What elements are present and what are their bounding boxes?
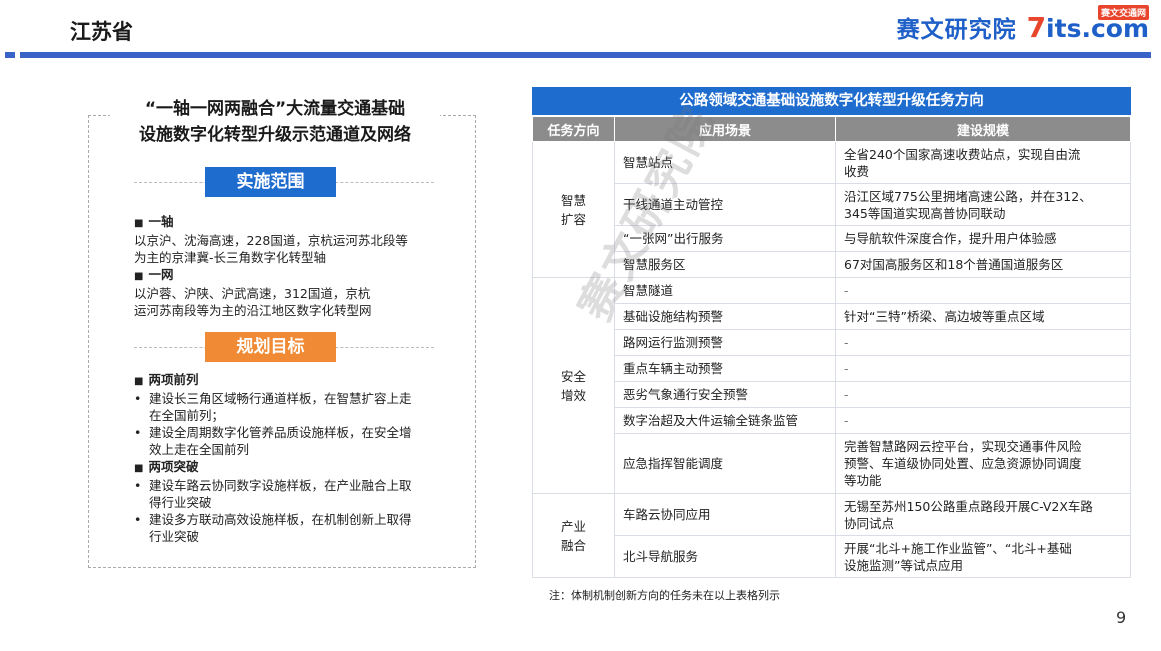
goal-heading: ■ 两项突破 [134,459,199,474]
scale-cell: - [835,329,1131,356]
table-row: 智慧 扩容 智慧站点 全省240个国家高速收费站点，实现自由流 收费 [532,141,1131,278]
brand-badge: 赛文交通网 [1097,5,1149,20]
brand-logo-seven: 7 [1026,11,1047,44]
column-header: 应用场景 [614,116,836,142]
header-divider-accent [5,52,15,58]
scene-cell: 北斗导航服务 [614,535,836,578]
table-title: 公路领域交通基础设施数字化转型升级任务方向 [532,87,1131,115]
column-header: 任务方向 [532,116,615,142]
scale-cell: 全省240个国家高速收费站点，实现自由流 收费 [835,141,1131,184]
scene-cell: 基础设施结构预警 [614,303,836,330]
scale-cell: - [835,355,1131,382]
table-row: 应急指挥智能调度 完善智慧路网云控平台，实现交通事件风险 预警、车道级协同处置、应… [533,433,1131,494]
table-row: 恶劣气象通行安全预警 - [533,381,1131,408]
scale-cell: - [835,381,1131,408]
scene-cell: 恶劣气象通行安全预警 [614,381,836,408]
list-item: 建设车路云协同数字设施样板，在产业融合上取得行业突破 [134,477,412,511]
left-panel-title: “一轴一网两融合”大流量交通基础 设施数字化转型升级示范通道及网络 [110,96,440,148]
page-title: 江苏省 [70,20,133,44]
scene-cell: “一张网”出行服务 [614,225,836,252]
scene-cell: 智慧服务区 [614,251,836,278]
column-header: 建设规模 [835,116,1131,142]
scale-cell: 67对国高服务区和18个普通国道服务区 [835,251,1131,278]
scale-cell: 针对“三特”桥梁、高边坡等重点区域 [835,303,1131,330]
table-row: 基础设施结构预警 针对“三特”桥梁、高边坡等重点区域 [533,303,1131,330]
square-bullet-icon: ■ [134,463,144,474]
square-bullet-icon: ■ [134,218,144,229]
scope-heading: ■ 一轴 [134,214,174,229]
table-row: 数字治超及大件运输全链条监管 - [533,407,1131,434]
scale-cell: 开展“北斗+施工作业监管”、“北斗+基础 设施监测”等试点应用 [835,535,1131,578]
list-item: 建设全周期数字化管养品质设施样板，在安全增效上走在全国前列 [134,424,412,458]
category-cell: 安全 增效 [532,277,615,494]
list-item: 建设多方联动高效设施样板，在机制创新上取得行业突破 [134,511,412,545]
table-row: 重点车辆主动预警 - [533,355,1131,382]
scope-text: 运河苏南段等为主的沿江地区数字化转型网 [134,303,372,318]
list-item: 建设长三角区域畅行通道样板，在智慧扩容上走在全国前列； [134,390,412,424]
scope-list: ■ 一轴 以京沪、沈海高速，228国道，京杭运河苏北段等 为主的京津冀-长三角数字… [134,213,408,319]
table-row: 北斗导航服务 开展“北斗+施工作业监管”、“北斗+基础 设施监测”等试点应用 [533,535,1131,578]
square-bullet-icon: ■ [134,271,144,282]
left-title-line: “一轴一网两融合”大流量交通基础 [144,99,406,119]
scope-text: 以京沪、沈海高速，228国道，京杭运河苏北段等 [134,233,408,248]
brand-logo: 7its.com 赛文交通网 [1026,5,1149,44]
goal-pill: 规划目标 [205,332,336,362]
scene-cell: 车路云协同应用 [614,493,836,536]
scale-cell: - [835,407,1131,434]
scene-cell: 数字治超及大件运输全链条监管 [614,407,836,434]
table-row: “一张网”出行服务 与导航软件深度合作，提升用户体验感 [533,225,1131,252]
scene-cell: 智慧站点 [614,141,836,184]
category-cell: 智慧 扩容 [532,141,615,278]
left-title-line: 设施数字化转型升级示范通道及网络 [139,125,411,145]
table-note: 注：体制机制创新方向的任务未在以上表格列示 [549,589,780,602]
table-row: 安全 增效 智慧隧道 - [532,277,1131,494]
scope-text: 为主的京津冀-长三角数字化转型轴 [134,250,327,265]
page-number: 9 [1116,608,1127,627]
table-row: 产业 融合 车路云协同应用 无锡至苏州150公路重点路段开展C-V2X车路 协同试点 [532,493,1131,578]
scope-heading: ■ 一网 [134,267,174,282]
task-table: 任务方向 应用场景 建设规模 智慧 扩容 智慧站点 全省240个国家高速收费站点，… [532,116,1131,578]
scale-cell: 无锡至苏州150公路重点路段开展C-V2X车路 协同试点 [835,493,1131,536]
brand-name: 赛文研究院 [896,17,1017,43]
scale-cell: - [835,277,1131,304]
header-divider [20,52,1151,58]
scene-cell: 重点车辆主动预警 [614,355,836,382]
table-row: 智慧服务区 67对国高服务区和18个普通国道服务区 [533,251,1131,278]
category-cell: 产业 融合 [532,493,615,578]
table-row: 干线通道主动管控 沿江区域775公里拥堵高速公路，并在312、 345等国道实现高… [533,183,1131,226]
square-bullet-icon: ■ [134,376,144,387]
scale-cell: 与导航软件深度合作，提升用户体验感 [835,225,1131,252]
table-row: 路网运行监测预警 - [533,329,1131,356]
scope-pill: 实施范围 [205,167,336,197]
scene-cell: 路网运行监测预警 [614,329,836,356]
goal-list: ■两项前列 建设长三角区域畅行通道样板，在智慧扩容上走在全国前列； 建设全周期数… [134,371,412,545]
table-header-row: 任务方向 应用场景 建设规模 [532,116,1131,142]
scope-text: 以沪蓉、沪陕、沪武高速，312国道，京杭 [134,286,371,301]
scene-cell: 智慧隧道 [614,277,836,304]
scene-cell: 应急指挥智能调度 [614,433,836,494]
goal-heading: ■ 两项前列 [134,372,199,387]
scene-cell: 干线通道主动管控 [614,183,836,226]
scale-cell: 沿江区域775公里拥堵高速公路，并在312、 345等国道实现高普协同联动 [835,183,1131,226]
scale-cell: 完善智慧路网云控平台，实现交通事件风险 预警、车道级协同处置、应急资源协同调度 等功… [835,433,1131,494]
brand: 赛文研究院 7its.com 赛文交通网 [896,5,1149,44]
